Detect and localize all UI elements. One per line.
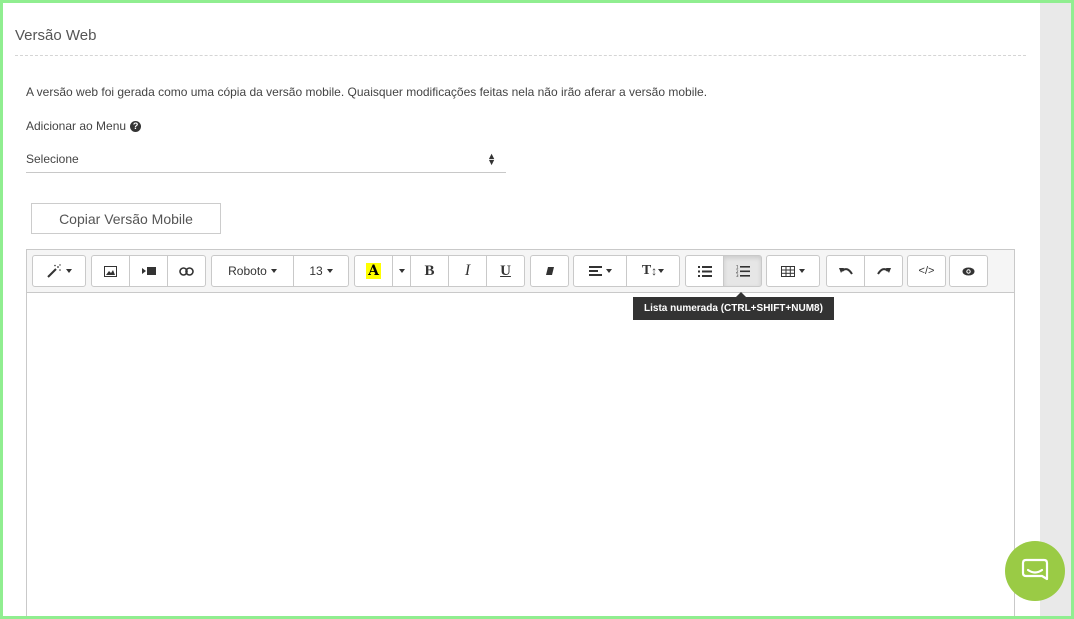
- question-circle-icon[interactable]: ?: [130, 120, 142, 132]
- align-dropdown[interactable]: [573, 255, 627, 287]
- table-dropdown[interactable]: [766, 255, 820, 287]
- code-view-button[interactable]: </>: [907, 255, 946, 287]
- code-icon: </>: [918, 265, 935, 277]
- eraser-icon: [545, 267, 554, 275]
- highlight-color-button[interactable]: A: [354, 255, 393, 287]
- link-icon: [179, 266, 194, 276]
- undo-button[interactable]: [826, 255, 865, 287]
- undo-icon: [838, 268, 853, 275]
- clear-format-button[interactable]: [530, 255, 569, 287]
- insert-image-button[interactable]: [91, 255, 130, 287]
- main-panel: Versão Web A versão web foi gerada como …: [3, 3, 1040, 616]
- preview-group: [949, 255, 988, 287]
- svg-text:3: 3: [736, 273, 739, 277]
- insert-video-button[interactable]: [129, 255, 168, 287]
- menu-select[interactable]: Selecione ▲ ▼: [26, 146, 506, 173]
- text-height-icon: T: [641, 263, 652, 278]
- format-group: A B I U: [354, 255, 525, 287]
- copy-mobile-button[interactable]: Copiar Versão Mobile: [31, 203, 221, 234]
- table-group: [766, 255, 820, 287]
- align-left-icon: [588, 266, 602, 276]
- rich-text-editor: Roboto 13 A B I U T ↕ 1 2 3 </>: [26, 249, 1015, 616]
- insert-group: [91, 255, 206, 287]
- menu-select-value: Selecione: [26, 152, 79, 166]
- italic-button[interactable]: I: [448, 255, 487, 287]
- bold-icon: B: [424, 262, 435, 279]
- font-size-value: 13: [309, 264, 323, 278]
- line-height-dropdown[interactable]: T ↕: [626, 255, 680, 287]
- highlight-color-dropdown[interactable]: [392, 255, 411, 287]
- chat-icon: [1021, 558, 1049, 581]
- underline-button[interactable]: U: [486, 255, 525, 287]
- preview-button[interactable]: [949, 255, 988, 287]
- font-family-dropdown[interactable]: Roboto: [211, 255, 294, 287]
- numbered-list-button[interactable]: 1 2 3: [723, 255, 762, 287]
- scrollbar-track[interactable]: [1040, 3, 1071, 616]
- font-size-dropdown[interactable]: 13: [293, 255, 349, 287]
- video-icon: [141, 267, 156, 275]
- underline-icon: U: [500, 262, 511, 279]
- section-divider: [15, 55, 1026, 56]
- list-group: 1 2 3: [685, 255, 762, 287]
- section-title: Versão Web: [15, 27, 97, 44]
- insert-link-button[interactable]: [167, 255, 206, 287]
- menu-label: Adicionar ao Menu ?: [26, 119, 142, 133]
- italic-icon: I: [464, 262, 471, 279]
- editor-content-area[interactable]: [27, 293, 1014, 616]
- redo-button[interactable]: [864, 255, 903, 287]
- history-group: [826, 255, 903, 287]
- sort-arrows-icon: ▲ ▼: [487, 151, 496, 167]
- highlight-a-icon: A: [366, 263, 381, 279]
- bold-button[interactable]: B: [410, 255, 449, 287]
- editor-toolbar: Roboto 13 A B I U T ↕ 1 2 3 </>: [27, 250, 1014, 293]
- magic-wand-icon: [47, 264, 61, 278]
- eye-icon: [962, 267, 975, 275]
- style-group: [32, 255, 86, 287]
- numbered-list-tooltip: Lista numerada (CTRL+SHIFT+NUM8): [633, 292, 834, 320]
- font-group: Roboto 13: [211, 255, 349, 287]
- paragraph-group: T ↕: [573, 255, 680, 287]
- bullet-list-button[interactable]: [685, 255, 724, 287]
- updown-arrow-icon: ↕: [651, 264, 658, 278]
- chat-launcher-button[interactable]: [1005, 541, 1065, 601]
- clear-group: [530, 255, 569, 287]
- redo-icon: [876, 268, 891, 275]
- image-icon: [104, 265, 117, 277]
- code-group: </>: [907, 255, 946, 287]
- menu-label-text: Adicionar ao Menu: [26, 119, 127, 133]
- magic-style-button[interactable]: [32, 255, 86, 287]
- table-icon: [781, 265, 795, 277]
- bullet-list-icon: [697, 265, 712, 277]
- numbered-list-icon: 1 2 3: [736, 265, 750, 277]
- info-text: A versão web foi gerada como uma cópia d…: [26, 85, 708, 99]
- font-family-value: Roboto: [228, 264, 267, 278]
